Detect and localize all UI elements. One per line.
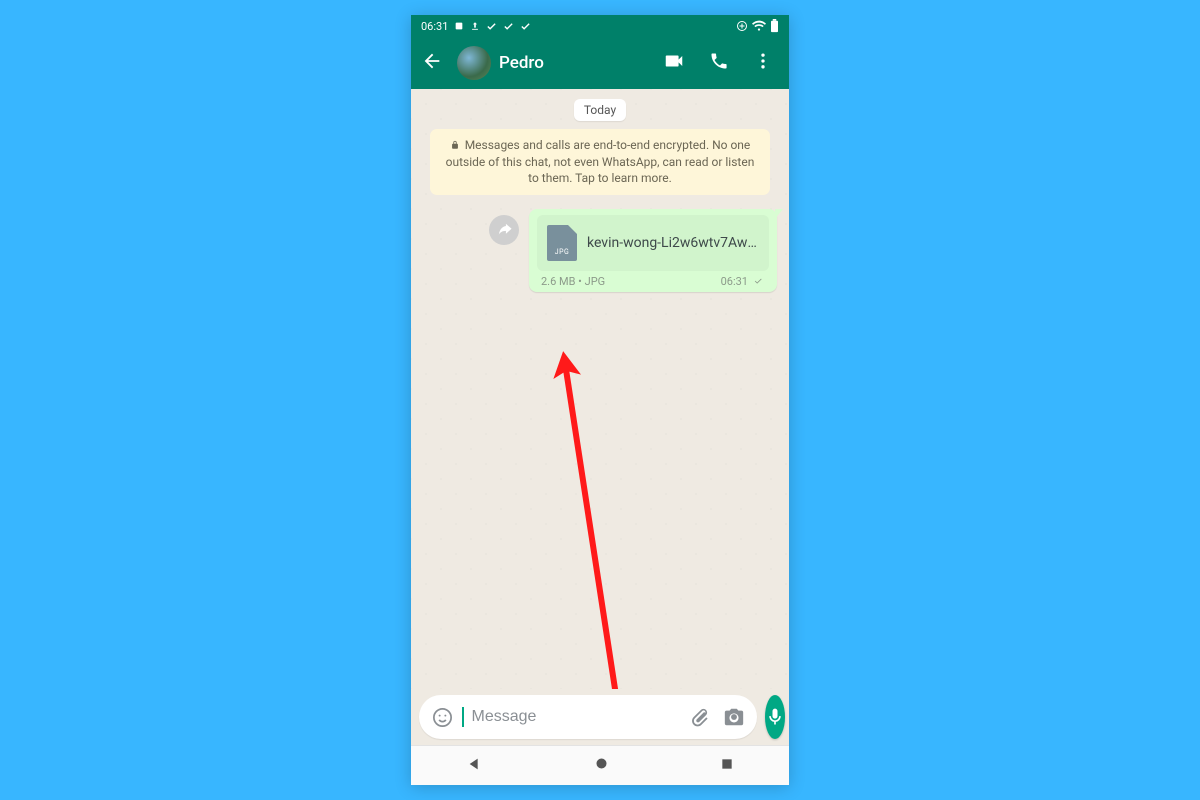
time-text: 06:31 <box>721 275 748 288</box>
file-attachment[interactable]: JPG kevin-wong-Li2w6wtv7Aw-… <box>537 215 769 271</box>
nav-home-button[interactable] <box>594 756 609 775</box>
nav-recents-button[interactable] <box>720 756 734 775</box>
wifi-icon <box>752 20 766 32</box>
status-indicator-icon <box>454 21 464 31</box>
emoji-button[interactable] <box>429 704 456 731</box>
system-nav-bar <box>411 745 789 785</box>
file-name: kevin-wong-Li2w6wtv7Aw-… <box>587 235 759 251</box>
chat-header: Pedro <box>411 37 789 89</box>
chat-body[interactable]: Today Messages and calls are end-to-end … <box>411 89 789 689</box>
sent-check-icon <box>751 276 765 286</box>
battery-icon <box>770 19 779 33</box>
file-type: JPG <box>585 275 606 288</box>
status-time: 06:31 <box>421 20 448 33</box>
status-bar: 06:31 <box>411 15 789 37</box>
file-meta: 2.6 MB • JPG <box>541 275 605 288</box>
forward-button[interactable] <box>489 215 519 245</box>
file-ext-badge: JPG <box>547 248 577 256</box>
message-meta: 2.6 MB • JPG 06:31 <box>537 271 769 288</box>
check-icon <box>520 21 531 32</box>
message-bubble[interactable]: JPG kevin-wong-Li2w6wtv7Aw-… 2.6 MB • JP… <box>529 209 777 292</box>
check-icon <box>503 21 514 32</box>
video-call-button[interactable] <box>655 42 693 84</box>
upload-icon <box>470 21 480 31</box>
file-type-icon: JPG <box>547 225 577 261</box>
composer <box>411 689 789 745</box>
file-size: 2.6 MB <box>541 275 575 288</box>
attach-button[interactable] <box>687 704 713 730</box>
mic-button[interactable] <box>765 695 785 739</box>
phone-frame: 06:31 Pedro Today <box>411 15 789 785</box>
back-button[interactable] <box>415 44 449 82</box>
annotation-arrow-icon <box>553 351 643 689</box>
date-pill: Today <box>574 99 626 121</box>
data-saver-icon <box>736 20 748 32</box>
voice-call-button[interactable] <box>701 43 737 83</box>
encryption-text: Messages and calls are end-to-end encryp… <box>446 138 755 185</box>
lock-icon <box>450 138 460 154</box>
message-time: 06:31 <box>721 275 765 288</box>
nav-back-button[interactable] <box>467 756 483 776</box>
camera-button[interactable] <box>721 704 747 730</box>
message-field-wrap[interactable] <box>419 695 757 739</box>
encryption-notice[interactable]: Messages and calls are end-to-end encryp… <box>430 129 770 195</box>
message-input[interactable] <box>472 708 679 726</box>
avatar[interactable] <box>457 46 491 80</box>
more-menu-button[interactable] <box>745 43 781 83</box>
check-icon <box>486 21 497 32</box>
message-row: JPG kevin-wong-Li2w6wtv7Aw-… 2.6 MB • JP… <box>421 209 779 292</box>
text-caret <box>462 707 464 727</box>
contact-name[interactable]: Pedro <box>499 53 647 73</box>
